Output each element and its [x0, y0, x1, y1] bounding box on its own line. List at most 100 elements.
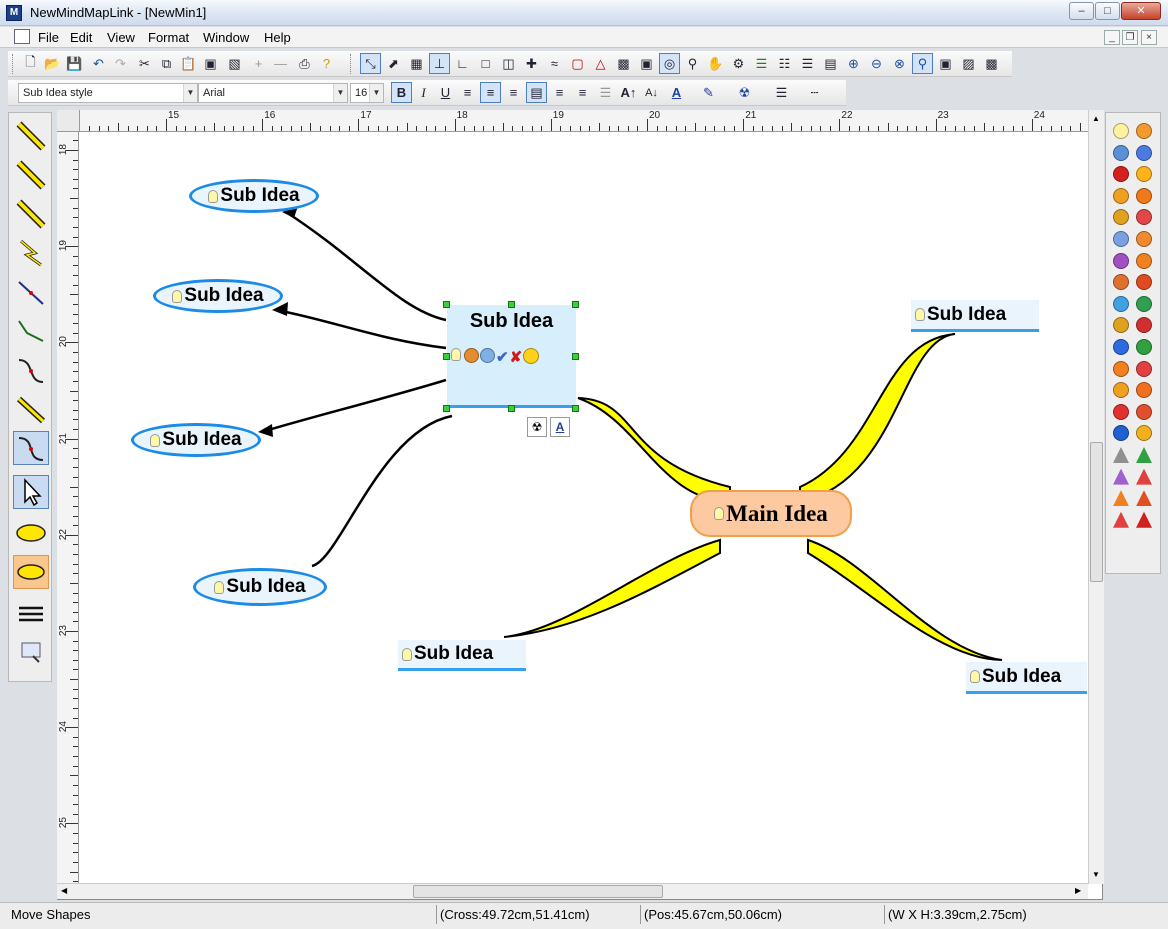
curve-arrow-tool-icon[interactable]: [13, 392, 49, 426]
menu-view[interactable]: View: [107, 30, 135, 45]
flag-purple-icon[interactable]: [1113, 339, 1129, 355]
select-tool-icon[interactable]: ⬈: [383, 53, 404, 74]
menu-window[interactable]: Window: [203, 30, 249, 45]
fill-bucket-icon[interactable]: ☢: [527, 417, 547, 437]
font-color-icon[interactable]: A: [666, 82, 687, 103]
triangle-tool-icon[interactable]: △: [590, 53, 611, 74]
italic-icon[interactable]: I: [413, 82, 434, 103]
zoom-width-icon[interactable]: ▣: [935, 53, 956, 74]
sub-idea-ellipse-4[interactable]: Sub Idea: [193, 568, 327, 606]
sub-idea-ellipse-3[interactable]: Sub Idea: [131, 423, 261, 457]
horizontal-scroll-thumb[interactable]: [413, 885, 663, 898]
selection-handle[interactable]: [572, 405, 579, 412]
mdi-restore-button[interactable]: ❐: [1122, 30, 1138, 45]
line-width-icon[interactable]: ☰: [771, 82, 792, 103]
zoom-page-icon[interactable]: ▨: [958, 53, 979, 74]
chevron-down-icon[interactable]: ▼: [333, 84, 347, 102]
properties-icon[interactable]: ⚙: [728, 53, 749, 74]
align-right-icon[interactable]: ≡: [503, 82, 524, 103]
picture-shape-icon[interactable]: [13, 635, 49, 669]
underline-icon[interactable]: U: [435, 82, 456, 103]
question-icon[interactable]: [1113, 360, 1129, 377]
selection-handle[interactable]: [508, 301, 515, 308]
selection-handle[interactable]: [443, 353, 450, 360]
rounded-shape-icon[interactable]: [13, 555, 49, 589]
align-icon[interactable]: ▤: [820, 53, 841, 74]
text-style-icon[interactable]: A: [550, 417, 570, 437]
arrow-left-icon[interactable]: [1136, 252, 1152, 269]
selection-handle[interactable]: [443, 405, 450, 412]
redo-icon[interactable]: ↷: [110, 53, 131, 74]
minimize-button[interactable]: –: [1069, 2, 1094, 20]
sub-idea-top-right[interactable]: Sub Idea: [911, 300, 1039, 332]
sub-idea-bottom-right[interactable]: Sub Idea: [966, 662, 1087, 694]
flag-green-icon[interactable]: [1136, 295, 1152, 312]
arrow-right-icon[interactable]: [1136, 231, 1152, 247]
scroll-down-icon[interactable]: ▼: [1092, 870, 1100, 879]
scroll-left-icon[interactable]: ◀: [61, 886, 67, 895]
pan-hand-icon[interactable]: ✋: [705, 53, 726, 74]
bold-button[interactable]: B: [391, 82, 412, 103]
grid-icon[interactable]: ▦: [406, 53, 427, 74]
font-size-combo[interactable]: 16 ▼: [350, 83, 384, 103]
double-arrow-tool-icon[interactable]: [13, 119, 49, 153]
selection-handle[interactable]: [508, 405, 515, 412]
scroll-up-icon[interactable]: ▲: [1092, 114, 1100, 123]
pointer-tool-icon[interactable]: [13, 475, 49, 509]
connector-tool-icon[interactable]: ⊥: [429, 53, 450, 74]
arrange-icon[interactable]: ☰: [797, 53, 818, 74]
arrow-up-icon[interactable]: [1113, 231, 1129, 247]
chevron-down-icon[interactable]: ▼: [369, 84, 383, 102]
font-combo[interactable]: Arial ▼: [198, 83, 348, 103]
sub-idea-ellipse-1[interactable]: Sub Idea: [189, 179, 319, 213]
paste-special-icon[interactable]: ▣: [200, 53, 221, 74]
layout-tool-icon[interactable]: ◫: [498, 53, 519, 74]
scroll-right-icon[interactable]: ▶: [1075, 886, 1081, 895]
sub-idea-bottom-left[interactable]: Sub Idea: [398, 640, 526, 671]
arrow-tool-icon[interactable]: [13, 158, 49, 192]
cut-icon[interactable]: ✂: [134, 53, 155, 74]
paste-icon[interactable]: 📋: [178, 53, 199, 74]
line-color-icon[interactable]: ✎: [698, 82, 719, 103]
curve-tool-icon[interactable]: [13, 353, 49, 387]
zigzag-tool-icon[interactable]: [13, 236, 49, 270]
format-painter-icon[interactable]: ▧: [224, 53, 245, 74]
frame-tool-icon[interactable]: ▢: [567, 53, 588, 74]
zoom-lens-icon[interactable]: ⚲: [682, 53, 703, 74]
maximize-button[interactable]: □: [1095, 2, 1120, 20]
fill-color-icon[interactable]: ☢: [734, 82, 755, 103]
ellipse-shape-icon[interactable]: [13, 516, 49, 550]
mdi-close-button[interactable]: ×: [1141, 30, 1157, 45]
menu-format[interactable]: Format: [148, 30, 189, 45]
lightbulb-icon[interactable]: [1113, 123, 1129, 139]
zoom-actual-icon[interactable]: ⚲: [912, 53, 933, 74]
thick-arrow-tool-icon[interactable]: [13, 197, 49, 231]
arrow-down-icon[interactable]: [1113, 252, 1129, 269]
line-tool-icon[interactable]: [13, 275, 49, 309]
sub-idea-ellipse-2[interactable]: Sub Idea: [153, 279, 283, 313]
selected-sub-idea[interactable]: Sub Idea ✔ ✘: [447, 305, 576, 408]
angry-icon[interactable]: [1136, 187, 1152, 204]
globe-icon[interactable]: [1113, 144, 1129, 161]
undo-icon[interactable]: ↶: [88, 53, 109, 74]
main-idea-node[interactable]: Main Idea: [690, 490, 852, 537]
add-icon[interactable]: +: [248, 53, 269, 74]
toolbar-grip[interactable]: [12, 54, 15, 74]
remove-icon[interactable]: —: [270, 53, 291, 74]
help-icon[interactable]: ?: [316, 53, 337, 74]
chevron-down-icon[interactable]: ▼: [183, 84, 197, 102]
align-center-icon[interactable]: ≡: [480, 82, 501, 103]
valign-top-icon[interactable]: ▤: [526, 82, 547, 103]
cross-tool-icon[interactable]: ✚: [521, 53, 542, 74]
open-icon[interactable]: 📂: [42, 53, 63, 74]
lines-shape-icon[interactable]: [13, 597, 49, 631]
elbow-tool-icon[interactable]: [13, 314, 49, 348]
mindmap-canvas[interactable]: [57, 110, 1103, 900]
number-1-icon[interactable]: [1136, 339, 1152, 355]
valign-bottom-icon[interactable]: ≡: [572, 82, 593, 103]
flag-blue-icon[interactable]: [1113, 295, 1129, 312]
selection-handle[interactable]: [572, 301, 579, 308]
mdi-minimize-button[interactable]: _: [1104, 30, 1120, 45]
layers-icon[interactable]: ☰: [751, 53, 772, 74]
bounds-tool-icon[interactable]: ▣: [636, 53, 657, 74]
